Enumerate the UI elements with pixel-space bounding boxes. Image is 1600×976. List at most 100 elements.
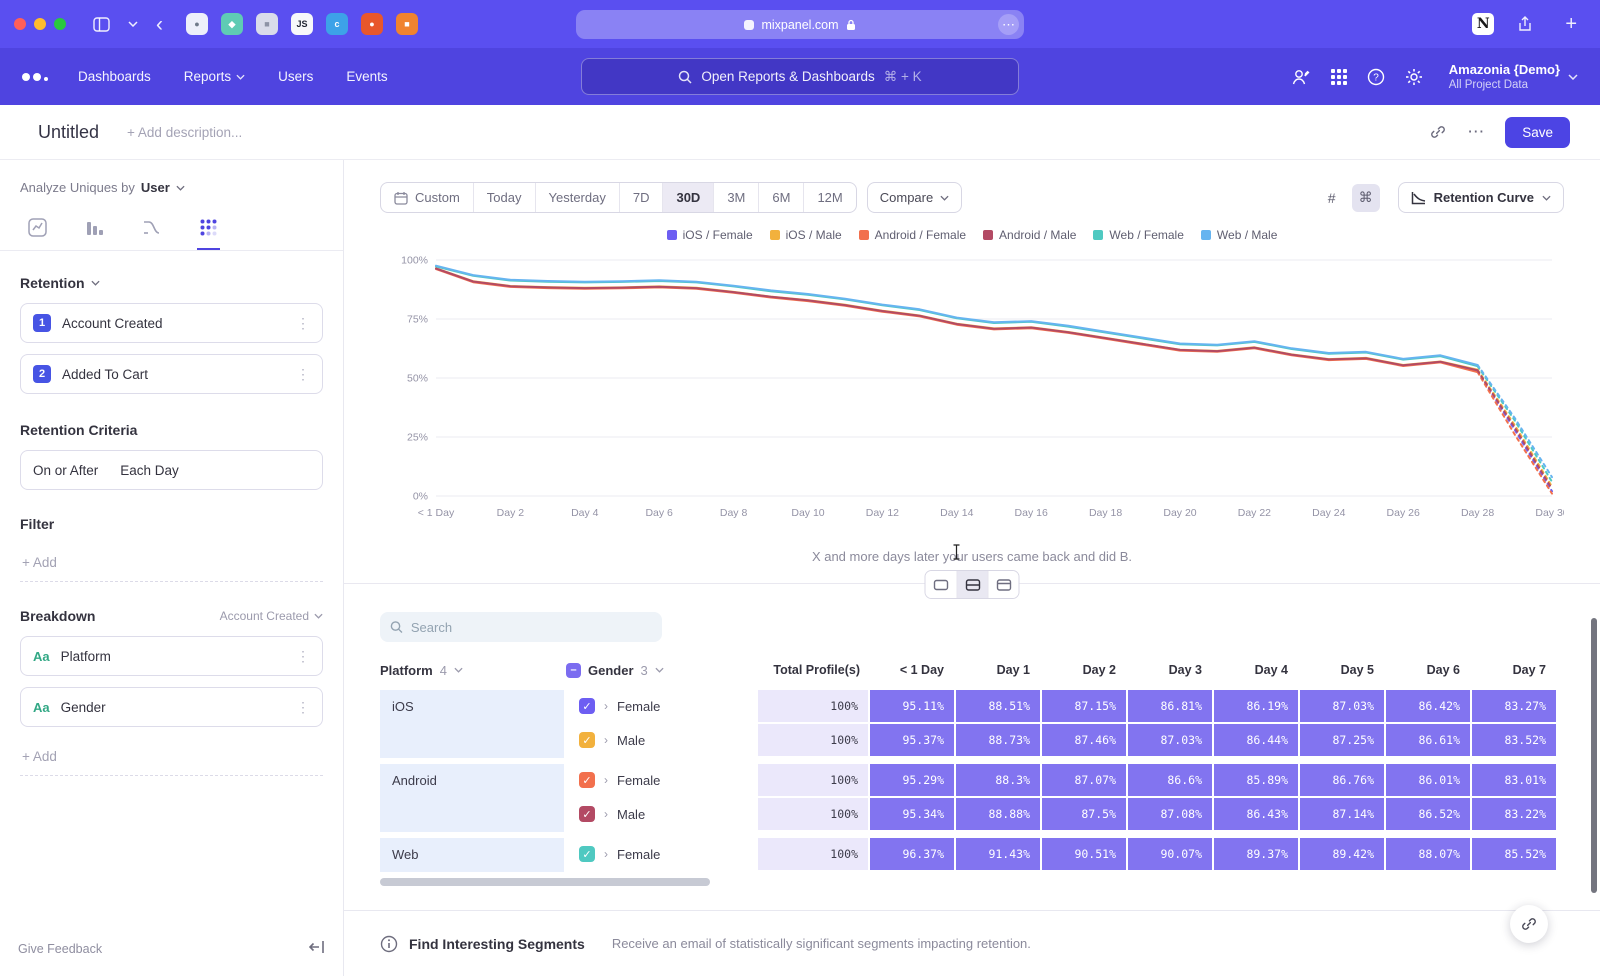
segments-title[interactable]: Find Interesting Segments	[409, 936, 585, 952]
platform-cell[interactable]: Web	[380, 838, 564, 872]
notion-extension-icon[interactable]: N	[1472, 13, 1494, 35]
vertical-scrollbar-thumb[interactable]	[1591, 618, 1597, 893]
retention-value-cell[interactable]: 87.08%	[1128, 798, 1212, 830]
criteria-mode[interactable]: On or After	[33, 463, 98, 478]
retention-value-cell[interactable]: 87.14%	[1300, 798, 1384, 830]
extension-icon[interactable]: ●	[186, 13, 208, 35]
retention-value-cell[interactable]: 87.07%	[1042, 764, 1126, 796]
column-header-day[interactable]: < 1 Day	[870, 663, 956, 677]
nav-users[interactable]: Users	[278, 69, 313, 84]
retention-value-cell[interactable]: 90.51%	[1042, 838, 1126, 870]
retention-value-cell[interactable]: 87.03%	[1300, 690, 1384, 722]
column-header-day[interactable]: Day 2	[1042, 663, 1128, 677]
retention-criteria[interactable]: On or After Each Day	[20, 450, 323, 490]
table-search[interactable]	[380, 612, 662, 642]
range-today[interactable]: Today	[473, 183, 535, 212]
retention-value-cell[interactable]: 88.88%	[956, 798, 1040, 830]
retention-value-cell[interactable]: 86.81%	[1128, 690, 1212, 722]
retention-value-cell[interactable]: 88.07%	[1386, 838, 1470, 870]
retention-value-cell[interactable]: 85.52%	[1472, 838, 1556, 870]
retention-value-cell[interactable]: 87.46%	[1042, 724, 1126, 756]
address-bar[interactable]: mixpanel.com ⋯	[576, 10, 1024, 39]
global-search[interactable]: Open Reports & Dashboards ⌘ + K	[581, 58, 1019, 95]
retention-value-cell[interactable]: 86.42%	[1386, 690, 1470, 722]
column-header-day[interactable]: Day 3	[1128, 663, 1214, 677]
report-title[interactable]: Untitled	[38, 122, 99, 143]
total-profiles-cell[interactable]: 100%	[758, 690, 868, 722]
share-link-fab[interactable]	[1510, 905, 1548, 943]
mixpanel-logo-icon[interactable]	[22, 73, 48, 81]
expand-chevron-icon[interactable]: ›	[604, 773, 608, 787]
kebab-menu-icon[interactable]: ⋮	[296, 366, 310, 383]
column-header-day[interactable]: Day 5	[1300, 663, 1386, 677]
retention-step-b[interactable]: 2 Added To Cart ⋮	[20, 354, 323, 394]
range-yesterday[interactable]: Yesterday	[535, 183, 619, 212]
extension-icon[interactable]: ◆	[221, 13, 243, 35]
total-profiles-cell[interactable]: 100%	[758, 798, 868, 830]
breakdown-gender[interactable]: Aa Gender ⋮	[20, 687, 323, 727]
view-compact-icon[interactable]	[926, 571, 957, 598]
retention-value-cell[interactable]: 95.37%	[870, 724, 954, 756]
retention-value-cell[interactable]: 95.34%	[870, 798, 954, 830]
sidebar-toggle-icon[interactable]	[93, 17, 110, 32]
kebab-menu-icon[interactable]: ⋮	[296, 648, 310, 665]
retention-value-cell[interactable]: 86.52%	[1386, 798, 1470, 830]
retention-value-cell[interactable]: 95.11%	[870, 690, 954, 722]
settings-gear-icon[interactable]	[1405, 68, 1423, 86]
zoom-window-icon[interactable]	[54, 18, 66, 30]
column-header-day[interactable]: Day 6	[1386, 663, 1472, 677]
horizontal-scrollbar-thumb[interactable]	[380, 878, 710, 886]
range-30d-selected[interactable]: 30D	[662, 183, 713, 212]
retention-value-cell[interactable]: 86.61%	[1386, 724, 1470, 756]
gender-cell[interactable]: ✓›Female	[566, 690, 756, 722]
range-12m[interactable]: 12M	[803, 183, 855, 212]
extension-icon[interactable]: JS	[291, 13, 313, 35]
platform-cell[interactable]: iOS	[380, 690, 564, 758]
retention-value-cell[interactable]: 91.43%	[956, 838, 1040, 870]
share-icon[interactable]	[1517, 16, 1533, 33]
new-tab-icon[interactable]: +	[1565, 13, 1577, 36]
retention-value-cell[interactable]: 87.5%	[1042, 798, 1126, 830]
nav-events[interactable]: Events	[346, 69, 387, 84]
legend-item[interactable]: Android / Female	[859, 228, 966, 242]
expand-chevron-icon[interactable]: ›	[604, 807, 608, 821]
compare-button[interactable]: Compare	[867, 182, 962, 213]
retention-value-cell[interactable]: 88.73%	[956, 724, 1040, 756]
select-all-checkbox[interactable]: –	[566, 663, 581, 678]
total-profiles-cell[interactable]: 100%	[758, 838, 868, 870]
invite-users-icon[interactable]	[1291, 68, 1311, 86]
give-feedback-link[interactable]: Give Feedback	[18, 942, 102, 956]
help-icon[interactable]: ?	[1367, 68, 1385, 86]
retention-value-cell[interactable]: 83.01%	[1472, 764, 1556, 796]
retention-value-cell[interactable]: 83.22%	[1472, 798, 1556, 830]
retention-value-cell[interactable]: 83.52%	[1472, 724, 1556, 756]
extension-icon[interactable]: ■	[256, 13, 278, 35]
kebab-menu-icon[interactable]: ⋮	[296, 699, 310, 716]
series-checkbox[interactable]: ✓	[579, 846, 595, 862]
extension-icon[interactable]: c	[326, 13, 348, 35]
total-profiles-cell[interactable]: 100%	[758, 764, 868, 796]
range-6m[interactable]: 6M	[758, 183, 803, 212]
retention-value-cell[interactable]: 95.29%	[870, 764, 954, 796]
horizontal-scrollbar[interactable]	[380, 878, 1564, 886]
view-table-icon[interactable]	[988, 571, 1019, 598]
extension-icon[interactable]: ●	[361, 13, 383, 35]
view-split-icon[interactable]	[957, 571, 988, 598]
legend-item[interactable]: iOS / Male	[770, 228, 842, 242]
series-checkbox[interactable]: ✓	[579, 732, 595, 748]
range-3m[interactable]: 3M	[713, 183, 758, 212]
tab-retention[interactable]	[197, 209, 220, 250]
retention-value-cell[interactable]: 86.76%	[1300, 764, 1384, 796]
range-custom[interactable]: Custom	[381, 183, 473, 212]
retention-value-cell[interactable]: 89.37%	[1214, 838, 1298, 870]
legend-item[interactable]: Web / Male	[1201, 228, 1277, 242]
criteria-interval[interactable]: Each Day	[120, 463, 179, 478]
account-switcher[interactable]: Amazonia {Demo} All Project Data	[1449, 62, 1578, 91]
kebab-menu-icon[interactable]: ⋮	[296, 315, 310, 332]
series-checkbox[interactable]: ✓	[579, 698, 595, 714]
retention-value-cell[interactable]: 86.6%	[1128, 764, 1212, 796]
retention-value-cell[interactable]: 86.43%	[1214, 798, 1298, 830]
extension-icon[interactable]: ■	[396, 13, 418, 35]
close-window-icon[interactable]	[14, 18, 26, 30]
column-header-gender[interactable]: – Gender 3	[566, 663, 758, 678]
